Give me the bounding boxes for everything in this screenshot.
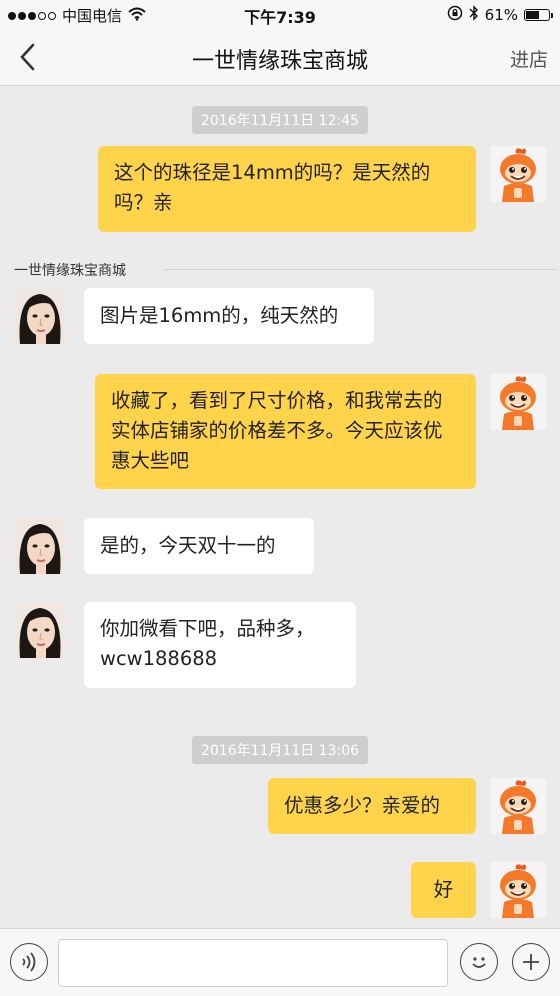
sender-name: 一世情缘珠宝商城 xyxy=(14,260,558,280)
battery-percent: 61% xyxy=(484,6,518,24)
input-bar xyxy=(0,928,560,996)
battery-level xyxy=(526,11,540,19)
avatar-self[interactable] xyxy=(490,778,546,834)
more-button[interactable] xyxy=(512,943,550,981)
smiley-icon xyxy=(472,957,486,968)
plus-icon xyxy=(523,954,539,970)
status-bar: 中国电信 下午7:39 61% xyxy=(0,0,560,30)
avatar-self[interactable] xyxy=(490,374,546,430)
message-bubble-sent: 好 xyxy=(411,862,476,918)
emoji-button[interactable] xyxy=(460,943,498,981)
page-title: 一世情缘珠宝商城 xyxy=(191,49,368,74)
status-right: 61% xyxy=(447,5,553,25)
timestamp: 2016年11月11日 13:06 xyxy=(0,736,560,764)
message-bubble-sent: 优惠多少？亲爱的 xyxy=(268,778,476,834)
message-bubble-sent: 收藏了，看到了尺寸价格，和我常去的实体店铺家的价格差不多。今天应该优惠大些吧 xyxy=(95,374,476,489)
voice-icon xyxy=(22,952,36,972)
nav-bar: 一世情缘珠宝商城 进店 xyxy=(0,30,560,86)
chat-area[interactable]: 2016年11月11日 12:45 这个的珠径是14mm的吗？是天然的吗？亲 一… xyxy=(0,86,560,928)
avatar-seller[interactable] xyxy=(12,602,68,658)
message-bubble-sent: 这个的珠径是14mm的吗？是天然的吗？亲 xyxy=(98,146,476,232)
message-input[interactable] xyxy=(58,939,448,987)
avatar-self[interactable] xyxy=(490,862,546,918)
message-bubble-received: 是的，今天双十一的 xyxy=(84,518,314,574)
voice-button[interactable] xyxy=(10,943,48,981)
avatar-self[interactable] xyxy=(490,146,546,202)
orientation-lock-icon xyxy=(447,5,463,25)
timestamp: 2016年11月11日 12:45 xyxy=(0,106,560,134)
avatar-seller[interactable] xyxy=(12,518,68,574)
message-bubble-received: 图片是16mm的，纯天然的 xyxy=(84,288,374,344)
bluetooth-icon xyxy=(469,5,479,25)
message-bubble-received: 你加微看下吧，品种多，wcw188688 xyxy=(84,602,356,688)
battery-icon xyxy=(524,9,553,21)
avatar-seller[interactable] xyxy=(12,288,68,344)
enter-store-button[interactable]: 进店 xyxy=(510,45,548,72)
